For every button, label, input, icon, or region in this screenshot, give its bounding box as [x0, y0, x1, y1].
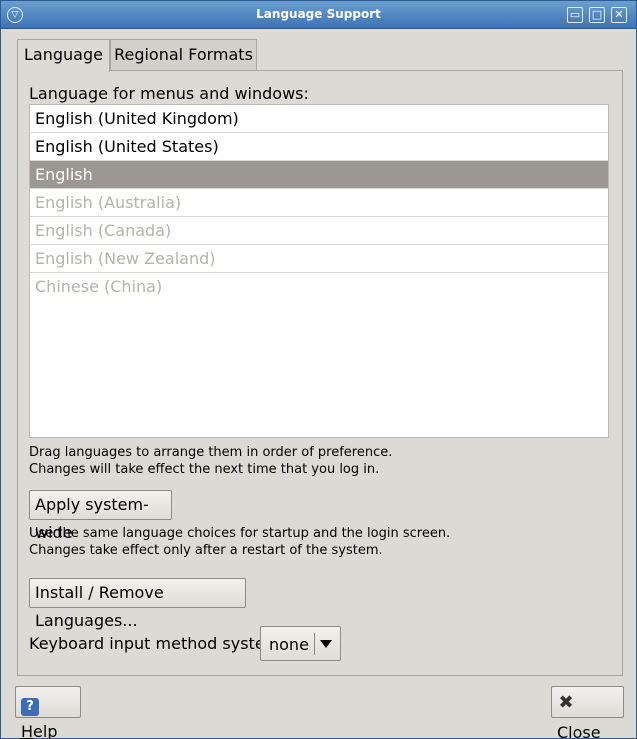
apply-hint-line1: Use the same language choices for startu…: [29, 526, 451, 541]
combo-separator: [314, 633, 315, 655]
list-item[interactable]: English (United States): [30, 133, 608, 161]
apply-system-wide-button[interactable]: Apply system-wide: [29, 490, 172, 542]
close-mnemonic: C: [557, 723, 569, 739]
list-item-selected[interactable]: English: [30, 161, 608, 189]
titlebar[interactable]: ▽ Language Support ▭ □ ✕: [1, 1, 636, 29]
window-title: Language Support: [256, 7, 381, 21]
tab-language[interactable]: Language: [17, 39, 110, 72]
keyboard-input-value: none: [269, 635, 309, 654]
drag-hint-line2: Changes will take effect the next time t…: [29, 462, 380, 477]
help-mnemonic: H: [21, 722, 34, 739]
help-label: elp: [33, 722, 58, 739]
close-label: lose: [568, 723, 601, 739]
apply-hint-line2: Changes take effect only after a restart…: [29, 543, 383, 558]
drag-hint-line1: Drag languages to arrange them in order …: [29, 445, 393, 460]
help-button[interactable]: ? Help: [15, 686, 81, 739]
help-icon: ?: [21, 698, 39, 716]
install-remove-languages-button[interactable]: Install / Remove Languages...: [29, 578, 246, 630]
list-item[interactable]: English (Canada): [30, 217, 608, 245]
maximize-icon[interactable]: □: [589, 7, 605, 23]
tab-regional-formats[interactable]: Regional Formats: [110, 39, 257, 71]
minimize-icon[interactable]: ▭: [567, 7, 583, 23]
list-item[interactable]: English (United Kingdom): [30, 105, 608, 133]
list-item[interactable]: English (Australia): [30, 189, 608, 217]
chevron-down-icon: [320, 640, 332, 648]
window-close-icon[interactable]: ✕: [611, 7, 627, 23]
language-support-window: ▽ Language Support ▭ □ ✕ Language Region…: [0, 0, 637, 739]
list-item[interactable]: Chinese (China): [30, 273, 608, 301]
close-icon: ✖: [558, 692, 574, 713]
list-item[interactable]: English (New Zealand): [30, 245, 608, 273]
language-list[interactable]: English (United Kingdom) English (United…: [29, 104, 609, 438]
close-button[interactable]: ✖ Close: [551, 686, 624, 739]
keyboard-input-label: Keyboard input method system:: [29, 634, 286, 653]
language-list-label: Language for menus and windows:: [29, 84, 309, 103]
keyboard-input-combo[interactable]: none: [260, 626, 341, 661]
